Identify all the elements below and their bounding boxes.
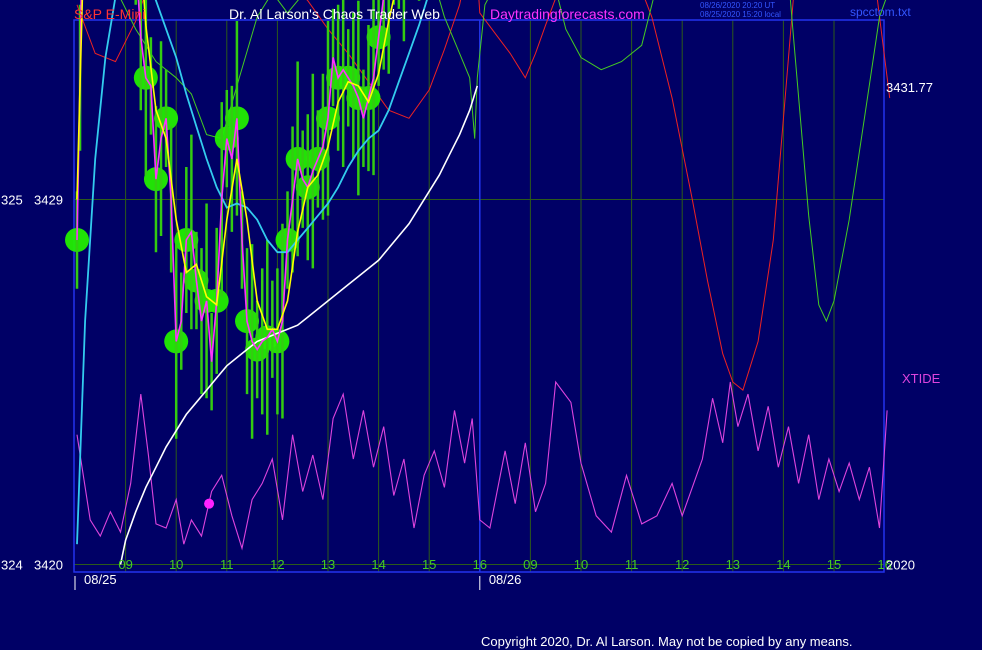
x-tick-label: 14 [776, 557, 790, 572]
x-tick-label: 09 [118, 557, 132, 572]
x-tick-label: 09 [523, 557, 537, 572]
x-tick-label: 10 [169, 557, 183, 572]
publisher-title: Dr. Al Larson's Chaos Trader Web [229, 6, 440, 22]
date-label: 08/25 [84, 572, 117, 587]
x-tick-label: 16 [473, 557, 487, 572]
legend-entry: XTIDE [902, 371, 941, 386]
x-tick-label: 15 [422, 557, 436, 572]
symbol-title: S&P E-Mini [74, 6, 145, 22]
timestamp-ut: 08/26/2020 20:20 UT [700, 1, 775, 10]
x-tick-label: 15 [827, 557, 841, 572]
chart: 09 10 11 12 13 14 15 16 09 10 11 12 13 14 15 1608/25 08/… [0, 0, 982, 650]
x-tick-label: 12 [270, 557, 284, 572]
x-tick-label: 13 [726, 557, 740, 572]
y-degree-label: 325 [1, 192, 23, 207]
y-price-label: 3429 [34, 192, 63, 207]
x-tick-label: 11 [625, 557, 639, 572]
website-link[interactable]: Daytradingforecasts.com [490, 6, 645, 22]
y-price-label: 3420 [34, 558, 63, 573]
markers [204, 498, 215, 509]
right-price-label: 3431.77 [886, 80, 933, 95]
copyright-footer: Copyright 2020, Dr. Al Larson. May not b… [481, 634, 852, 649]
x-tick-label: 13 [321, 557, 335, 572]
low-marker [204, 498, 215, 509]
file-name: spcctom.txt [850, 5, 911, 19]
x-tick-label: 11 [220, 557, 234, 572]
y-degree-label: 324 [1, 558, 23, 573]
x-tick-label: 14 [371, 557, 385, 572]
x-tick-label: 12 [675, 557, 689, 572]
x-tick-label: 10 [574, 557, 588, 572]
timestamp-local: 08/25/2020 15:20 local [700, 10, 781, 19]
right-price-label: 2020 [886, 558, 915, 573]
chart-background [0, 0, 982, 650]
date-label: 08/26 [489, 572, 522, 587]
